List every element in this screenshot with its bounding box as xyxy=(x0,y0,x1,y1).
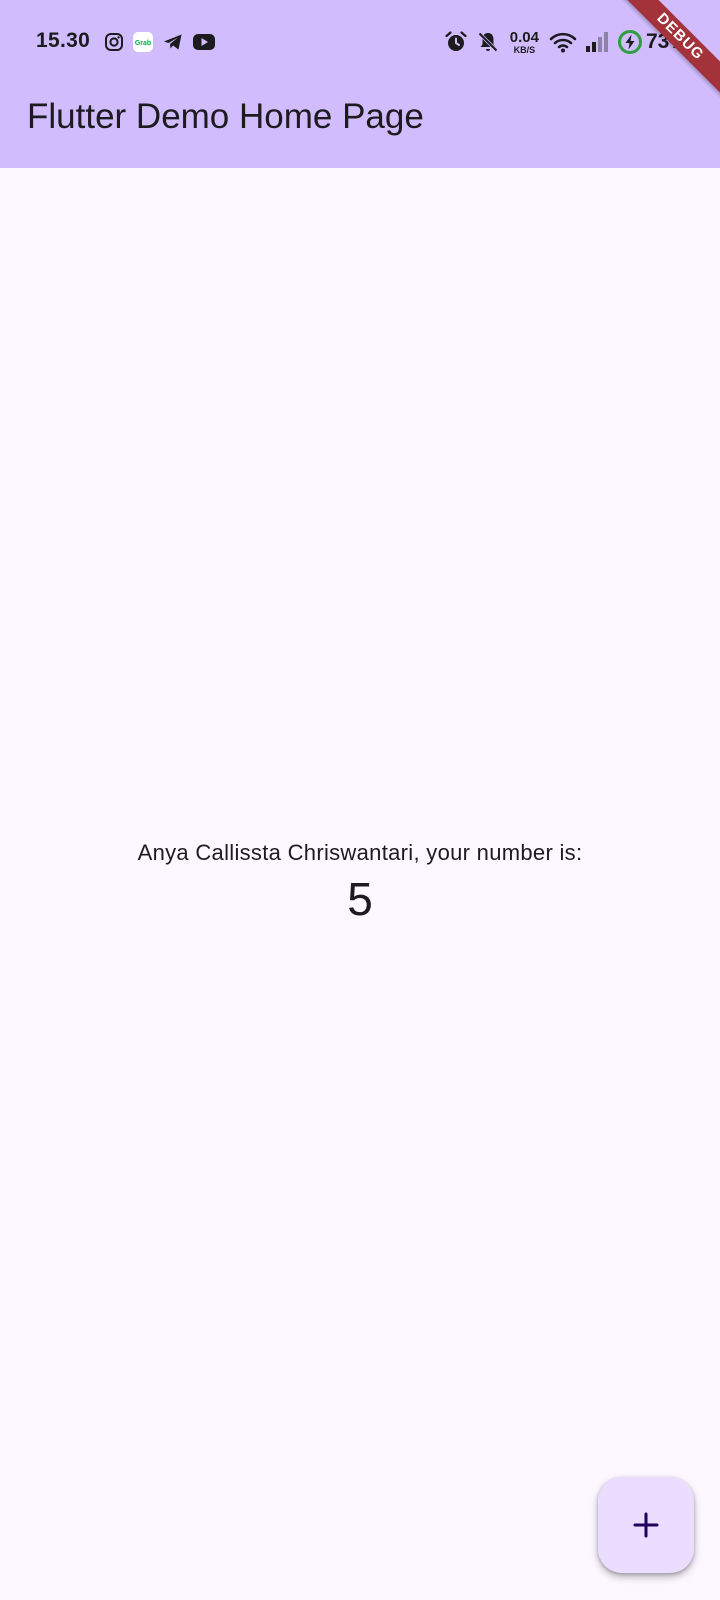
counter-section: Anya Callissta Chriswantari, your number… xyxy=(0,840,720,926)
battery-percent: 73% xyxy=(645,30,688,53)
telegram-icon xyxy=(162,32,184,52)
grab-icon: Grab xyxy=(132,31,154,53)
network-speed-unit: KB/S xyxy=(513,44,536,55)
battery: 73% xyxy=(617,29,688,55)
grab-icon-label: Grab xyxy=(135,40,151,47)
increment-button[interactable] xyxy=(598,1477,694,1573)
instagram-icon xyxy=(104,32,124,52)
youtube-icon xyxy=(192,33,216,51)
battery-charging-icon xyxy=(617,29,643,55)
signal-icon xyxy=(585,31,609,53)
network-speed: 0.04 KB/S xyxy=(510,30,539,55)
add-icon xyxy=(631,1510,661,1540)
notification-icons: Grab xyxy=(104,31,216,53)
status-bar: 15.30 Grab 0.04 KB/S 73% xyxy=(0,0,720,84)
alarm-icon xyxy=(444,30,468,54)
counter-value: 5 xyxy=(347,873,373,925)
notifications-off-icon xyxy=(476,30,500,54)
page-title: Flutter Demo Home Page xyxy=(27,97,424,136)
counter-message: Anya Callissta Chriswantari, your number… xyxy=(137,840,583,865)
status-time: 15.30 xyxy=(36,29,91,52)
wifi-icon xyxy=(549,31,577,53)
network-speed-value: 0.04 xyxy=(509,28,539,46)
system-icons: 0.04 KB/S 73% xyxy=(444,27,688,57)
app-header: 15.30 Grab 0.04 KB/S 73% Flutter Demo Ho… xyxy=(0,0,720,168)
